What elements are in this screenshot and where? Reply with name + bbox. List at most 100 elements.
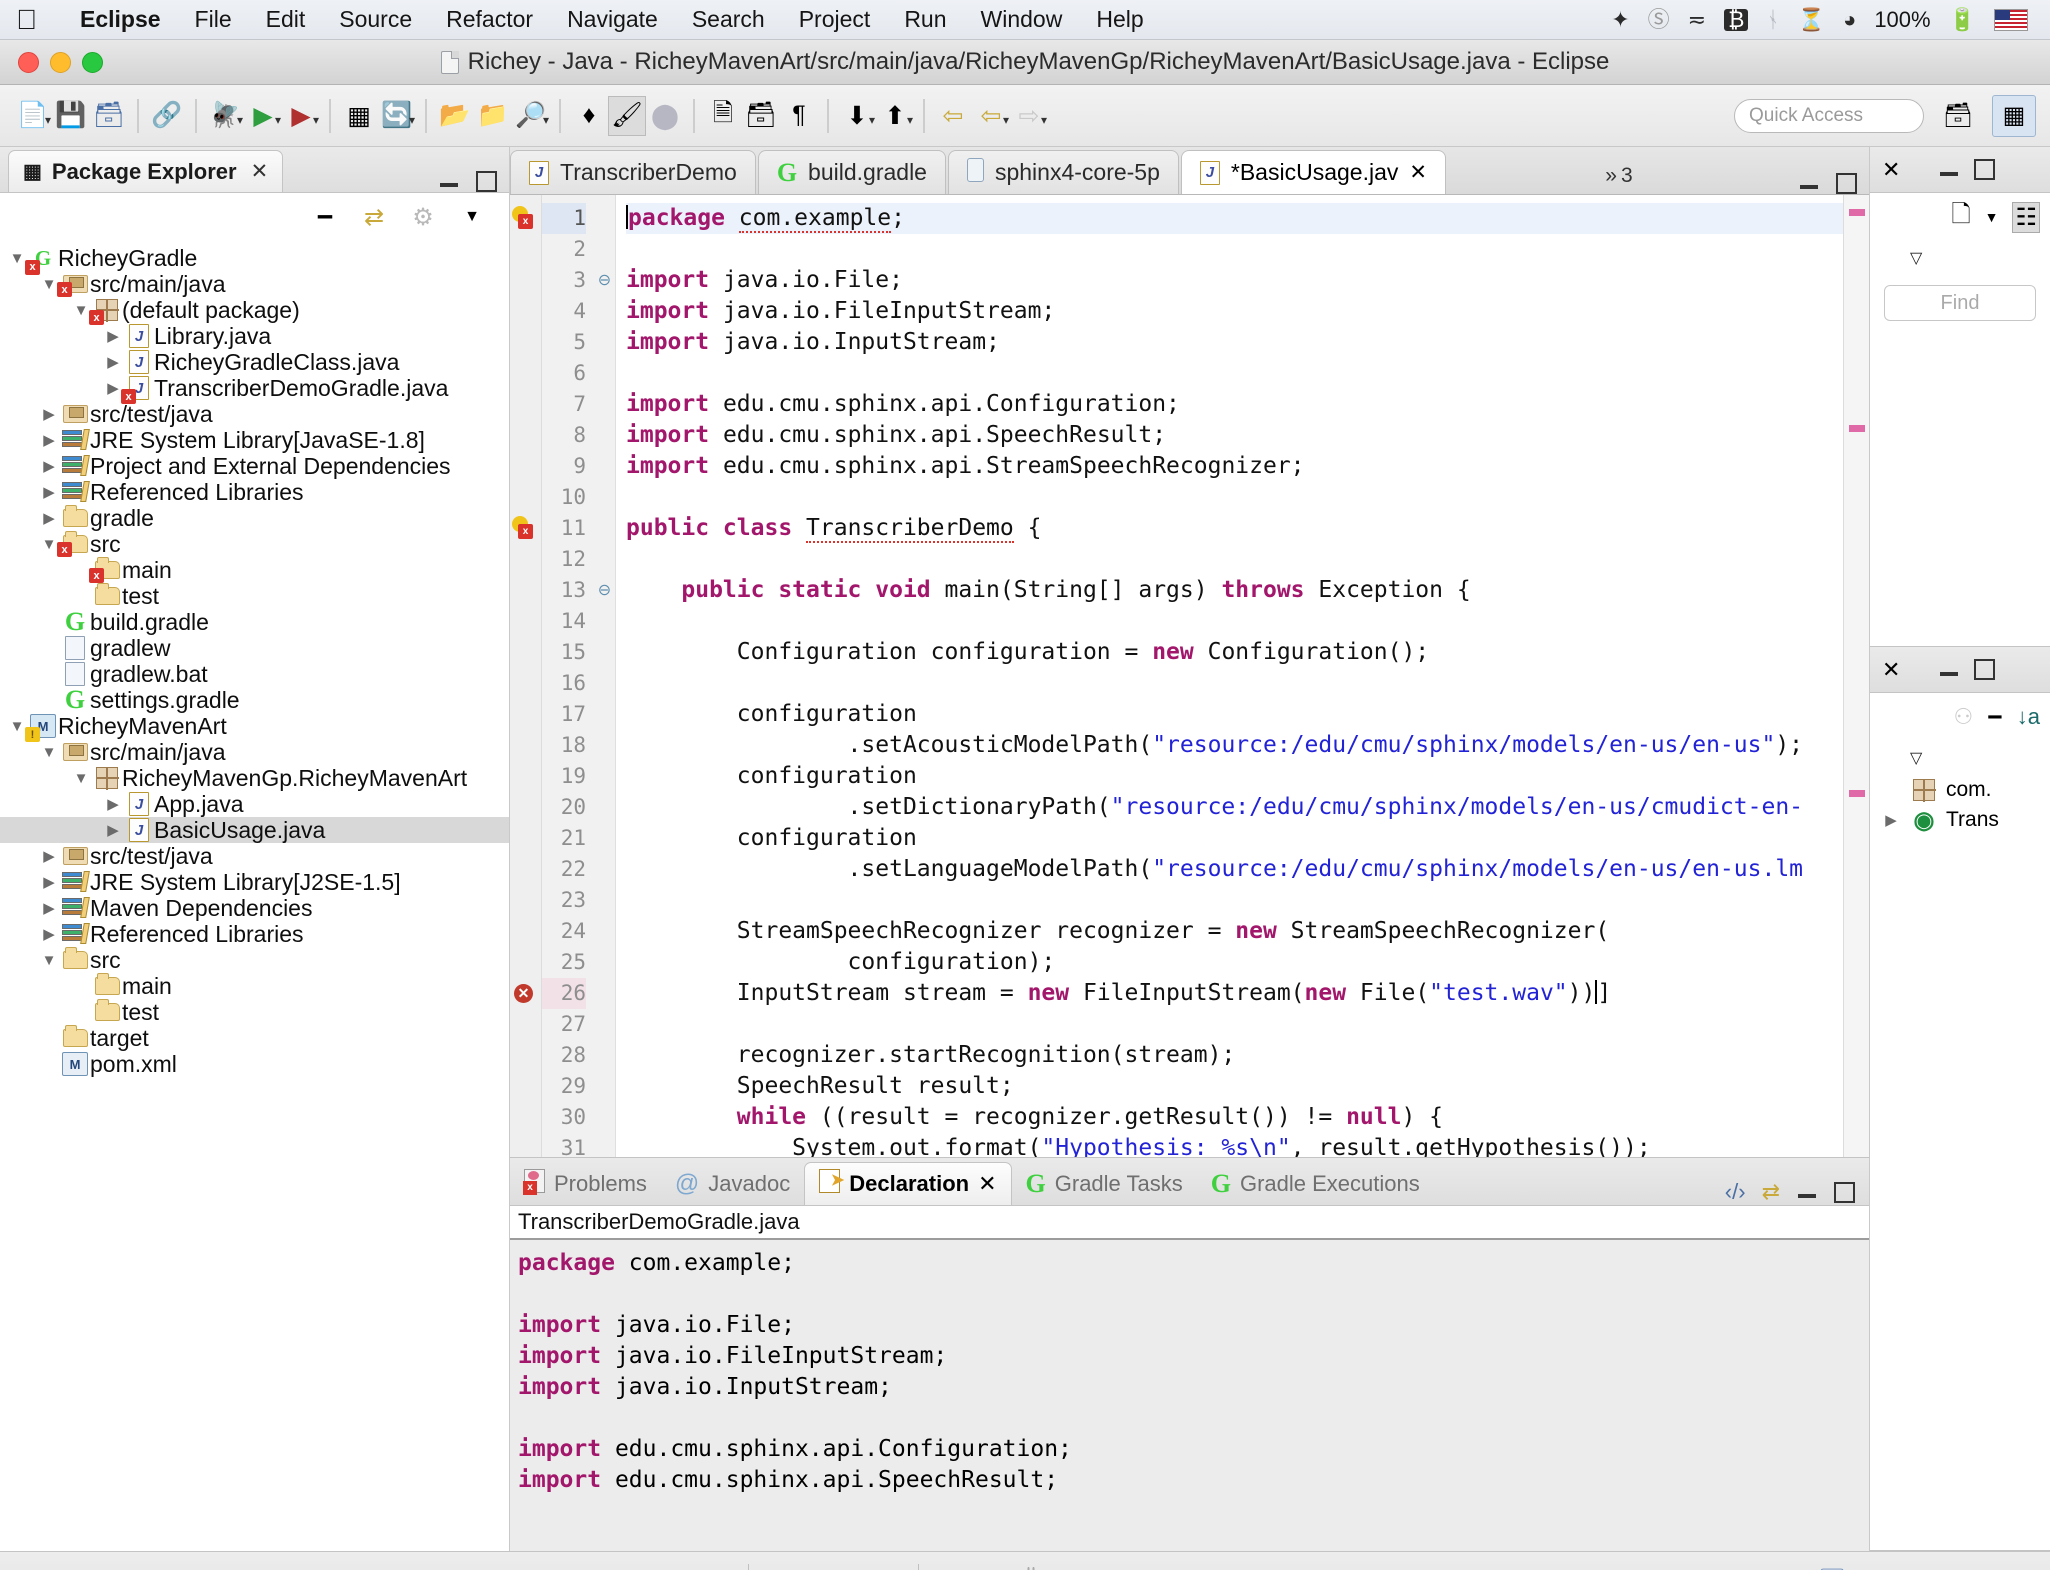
code-line[interactable] [626, 234, 1843, 265]
error-marker[interactable]: ✕ [510, 978, 541, 1009]
menu-item-help[interactable]: Help [1079, 6, 1160, 33]
menu-item-eclipse[interactable]: Eclipse [63, 6, 178, 33]
tree-item-settings-gradle[interactable]: Gsettings.gradle [0, 685, 509, 714]
bottom-tab-gradle-executions[interactable]: G Gradle Executions [1197, 1162, 1434, 1205]
close-icon[interactable]: ✕ [978, 1171, 996, 1197]
task-list-view-menu-icon[interactable]: ▽ [1870, 241, 2050, 275]
tree-item-richeygradleclass-java[interactable]: JRicheyGradleClass.java [0, 349, 509, 375]
code-line[interactable]: configuration [626, 823, 1843, 854]
code-line[interactable]: Configuration configuration = new Config… [626, 637, 1843, 668]
next-annotation-icon[interactable]: 🗎 [704, 96, 742, 136]
bottom-tab-javadoc[interactable]: @ Javadoc [661, 1162, 804, 1205]
next-edit-icon[interactable]: ⬇ [838, 96, 876, 136]
code-line[interactable] [626, 482, 1843, 513]
show-source-icon[interactable]: ‹/› [1725, 1179, 1746, 1205]
maximize-icon[interactable] [1974, 659, 1996, 680]
code-line[interactable] [626, 606, 1843, 637]
tree-item-test[interactable]: test [0, 999, 509, 1025]
code-line[interactable]: StreamSpeechRecognizer recognizer = new … [626, 916, 1843, 947]
tree-disclosure-closed[interactable] [1880, 811, 1902, 829]
bottom-tab-declaration[interactable]: ➤ Declaration ✕ [804, 1162, 1012, 1205]
minimize-icon[interactable] [1938, 159, 1960, 181]
tree-item-transcriberdemogradle-java[interactable]: JxTranscriberDemoGradle.java [0, 375, 509, 404]
new-package-icon[interactable]: 🔄 [378, 96, 416, 136]
tree-item-build-gradle[interactable]: Gbuild.gradle [0, 607, 509, 636]
minimize-icon[interactable] [1938, 659, 1960, 681]
close-icon[interactable]: ✕ [1409, 160, 1427, 185]
menu-item-source[interactable]: Source [322, 6, 429, 33]
minimize-icon[interactable] [1796, 1181, 1818, 1203]
tree-disclosure-open[interactable] [38, 744, 60, 761]
battery-charging-icon[interactable]: 🔋 [1949, 8, 1976, 31]
tree-disclosure-closed[interactable] [38, 457, 60, 475]
tree-item-library-java[interactable]: JLibrary.java [0, 323, 509, 349]
open-type-icon[interactable]: 📂 [436, 96, 474, 136]
categorize-icon[interactable]: ☷ [2012, 201, 2040, 233]
skip-breakpoints-icon[interactable]: ♦ [570, 96, 608, 136]
code-line[interactable] [626, 885, 1843, 916]
tree-item-src-main-java[interactable]: xsrc/main/java [0, 271, 509, 297]
tree-item-gradlew[interactable]: gradlew [0, 635, 509, 661]
bartender-icon[interactable]: ₿ [1724, 8, 1749, 31]
forward-icon[interactable]: ⇨ [1010, 96, 1048, 136]
toggle-block-selection-icon[interactable]: ⬤ [646, 96, 684, 136]
link-icon[interactable]: 🔗 [148, 96, 186, 136]
debug-icon[interactable]: 🪰 [206, 96, 244, 136]
overview-marker[interactable] [1849, 209, 1865, 216]
new-task-dropdown-icon[interactable]: ▼ [1985, 209, 1999, 225]
collapse-all-icon[interactable]: 🗕 [310, 201, 340, 232]
bluetooth-icon[interactable]: ᛀ [1766, 8, 1779, 31]
code-line[interactable]: package com.example; [626, 203, 1843, 234]
menu-item-project[interactable]: Project [782, 6, 888, 33]
warning-error-marker[interactable]: x [510, 203, 541, 234]
code-line[interactable]: import edu.cmu.sphinx.api.Configuration; [626, 389, 1843, 420]
tree-disclosure-closed[interactable] [38, 925, 60, 943]
close-icon[interactable]: ✕ [1882, 157, 1900, 183]
tree-item-src-test-java[interactable]: src/test/java [0, 843, 509, 869]
tree-item-richeymavenart[interactable]: M!RicheyMavenArt [0, 713, 509, 742]
tree-disclosure-closed[interactable] [102, 821, 124, 839]
code-line[interactable]: configuration); [626, 947, 1843, 978]
code-line[interactable]: public static void main(String[] args) t… [626, 575, 1843, 606]
tree-item-maven-dependencies[interactable]: Maven Dependencies [0, 895, 509, 921]
editor-tab-transcriberdemo[interactable]: J TranscriberDemo [510, 150, 756, 194]
tree-item-main[interactable]: x main [0, 557, 509, 583]
toggle-whitespace-icon[interactable]: ¶ [780, 96, 818, 136]
tree-item-gradle[interactable]: gradle [0, 505, 509, 531]
editor-tab-sphinx4-core-5p[interactable]: sphinx4-core-5p [947, 150, 1179, 194]
link-with-editor-icon[interactable]: ⇄ [359, 202, 389, 232]
tree-disclosure-closed[interactable] [102, 353, 124, 371]
tree-item-jre-system-library[interactable]: JRE System Library [J2SE-1.5] [0, 869, 509, 895]
previous-edit-icon[interactable]: ⬆ [876, 96, 914, 136]
bottom-tab-gradle-tasks[interactable]: G Gradle Tasks [1012, 1162, 1197, 1205]
editor-tab--basicusage-jav[interactable]: J *BasicUsage.jav ✕ [1180, 150, 1446, 194]
tree-item-src-test-java[interactable]: src/test/java [0, 401, 509, 427]
code-line[interactable]: import edu.cmu.sphinx.api.StreamSpeechRe… [626, 451, 1843, 482]
tree-disclosure-open[interactable] [70, 770, 92, 787]
tree-disclosure-open[interactable] [38, 952, 60, 969]
backward-history-icon[interactable]: ⇦ [972, 96, 1010, 136]
tree-disclosure-closed[interactable] [38, 873, 60, 891]
outline-tree[interactable]: com. ◉ Trans [1870, 775, 2050, 835]
code-line[interactable]: System.out.format("Hypothesis: %s\n", re… [626, 1133, 1843, 1157]
close-icon[interactable]: ✕ [1882, 657, 1900, 683]
tree-disclosure-closed[interactable] [38, 483, 60, 501]
code-line[interactable]: import java.io.File; [626, 265, 1843, 296]
outline-item[interactable]: com. [1870, 775, 2050, 805]
collapse-all-icon[interactable]: 🗕 [1987, 698, 2003, 736]
menu-item-run[interactable]: Run [887, 6, 963, 33]
code-line[interactable]: import java.io.InputStream; [626, 327, 1843, 358]
menu-item-file[interactable]: File [178, 6, 249, 33]
search-icon[interactable]: 🔎 [512, 96, 550, 136]
wifi-icon[interactable]: ◕ [1843, 8, 1856, 31]
code-line[interactable]: while ((result = recognizer.getResult())… [626, 1102, 1843, 1133]
view-dropdown-icon[interactable]: ▼ [457, 202, 487, 232]
minimize-icon[interactable] [438, 170, 460, 192]
task-list-find-input[interactable]: Find [1884, 285, 2036, 321]
code-line[interactable] [626, 1009, 1843, 1040]
tree-item-src[interactable]: xsrc [0, 531, 509, 557]
outline-view-menu-icon[interactable]: ▽ [1870, 741, 2050, 775]
project-tree[interactable]: GxRicheyGradlexsrc/main/javax(default pa… [0, 241, 509, 1551]
editor-tab-overflow[interactable]: » 3 [1595, 164, 1650, 194]
us-flag-icon[interactable] [1994, 8, 2028, 31]
